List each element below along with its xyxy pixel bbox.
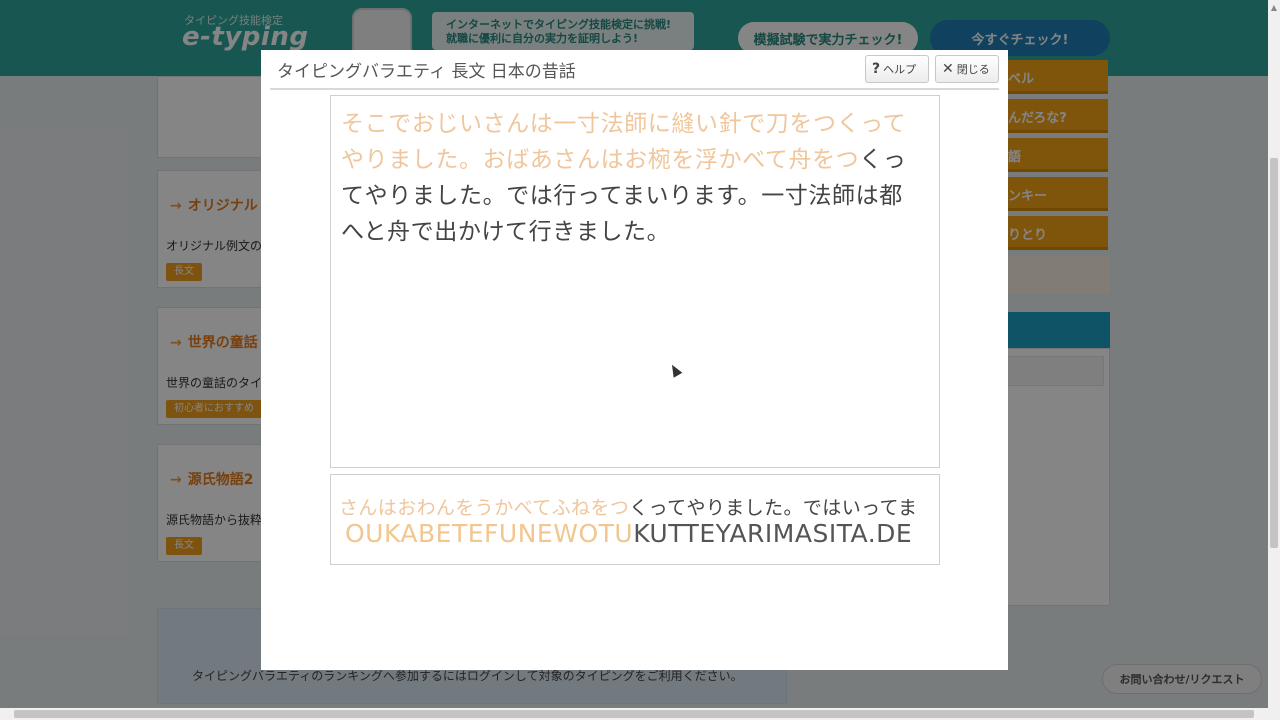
romaji-line: OUKABETEFUNEWOTUKUTTEYARIMASITA.DE [345,519,912,548]
typing-modal: タイピングバラエティ 長文 日本の昔話 ? ヘルプ ✕ 閉じる そこでおじいさん… [261,50,1008,670]
close-button[interactable]: ✕ 閉じる [935,55,999,83]
close-icon: ✕ [942,61,954,77]
romaji-remaining: KUTTEYARIMASITA.DE [633,519,913,548]
question-icon: ? [872,61,881,77]
scroll-up-icon[interactable]: ▲ [1268,0,1280,16]
passage-typed: そこでおじいさんは一寸法師に縫い針で刀をつくってやりました。おばあさんはお椀を浮… [341,111,907,173]
vertical-scroll-thumb[interactable] [1270,158,1278,548]
close-label: 閉じる [956,63,990,76]
kana-line: さんはおわんをうかべてふねをつくってやりました。ではいってま [339,493,917,520]
kana-remaining: くってやりました。ではいってま [629,497,918,519]
help-label: ヘルプ [883,63,917,76]
input-guide: さんはおわんをうかべてふねをつくってやりました。ではいってま OUKABETEF… [330,474,940,565]
kana-typed: さんはおわんをうかべてふねをつ [339,497,630,519]
modal-divider [270,88,999,90]
romaji-typed: OUKABETEFUNEWOTU [345,519,634,548]
horizontal-scroll-thumb[interactable] [14,710,1254,718]
passage-text: そこでおじいさんは一寸法師に縫い針で刀をつくってやりました。おばあさんはお椀を浮… [341,106,921,250]
help-button[interactable]: ? ヘルプ [865,55,929,83]
passage-display: そこでおじいさんは一寸法師に縫い針で刀をつくってやりました。おばあさんはお椀を浮… [330,95,940,468]
modal-title: タイピングバラエティ 長文 日本の昔話 [277,62,576,82]
